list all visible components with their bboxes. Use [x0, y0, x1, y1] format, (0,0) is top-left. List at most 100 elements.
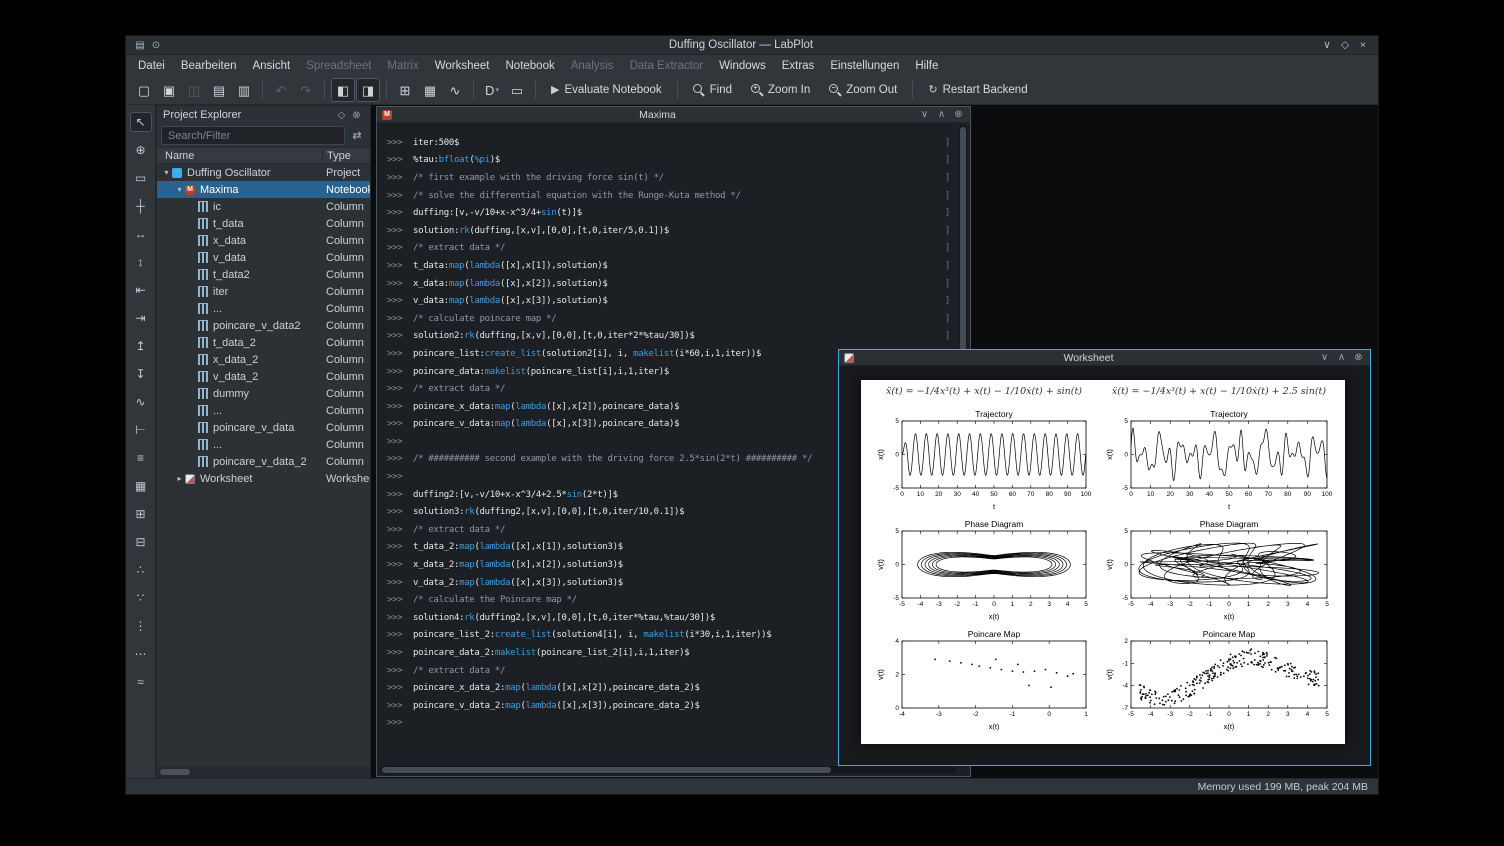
tree-row-duffing-oscillator[interactable]: ▾ Duffing Oscillator Project: [157, 164, 370, 181]
tree-row-dummy[interactable]: dummy Column: [157, 385, 370, 402]
tree-row-v-data-2[interactable]: v_data_2 Column: [157, 368, 370, 385]
phase-diagram-plot-2[interactable]: Phase Diagram -5 -4 -3 -2 -1 0 1 2 3 4 5 -5 0 5 x(t) v(t…: [1104, 516, 1334, 622]
shift-right-x-button[interactable]: ⇥: [130, 308, 152, 328]
backend-selector-button[interactable]: D ▾: [480, 78, 504, 102]
new-project-button[interactable]: ▢: [132, 78, 156, 102]
console-line[interactable]: >>> /* calculate poincare map */]: [377, 310, 970, 328]
close-window-button[interactable]: ⊗: [1352, 352, 1365, 363]
tree-row-item[interactable]: ... Column: [157, 436, 370, 453]
zoom-out-button[interactable]: − Zoom Out: [820, 78, 906, 102]
grid-button[interactable]: ▦: [130, 476, 152, 496]
console-line[interactable]: >>> duffing:[v,-v/10+x-x^3/4+sin(t)]$]: [377, 204, 970, 222]
tree-row-maxima[interactable]: ▾ M Maxima Notebook: [157, 181, 370, 198]
menu-datei[interactable]: Datei: [130, 58, 173, 74]
console-line[interactable]: >>> /* extract data */]: [377, 240, 970, 258]
console-line[interactable]: >>> t_data:map(lambda([x],x[1]),solution)…: [377, 257, 970, 275]
tree-row-t-data-2[interactable]: t_data_2 Column: [157, 334, 370, 351]
menu-bearbeiten[interactable]: Bearbeiten: [173, 58, 245, 74]
toggle-properties-explorer-button[interactable]: ◨: [356, 78, 380, 102]
shift-up-y-button[interactable]: ↥: [130, 336, 152, 356]
detach-panel-button[interactable]: ◇: [334, 110, 349, 121]
menu-windows[interactable]: Windows: [711, 58, 774, 74]
console-line[interactable]: >>> iter:500$]: [377, 134, 970, 152]
minimize-button[interactable]: ∨: [1318, 39, 1336, 51]
poincare-map-plot-2[interactable]: Poincare Map -5 -4 -3 -2 -1 0 1 2 3 4 5 2 -1 -4 -7 x(t) v…: [1104, 626, 1334, 732]
maximize-window-button[interactable]: ∧: [1335, 352, 1348, 363]
pin-icon[interactable]: ⊙: [148, 40, 164, 51]
scatter-button[interactable]: ∵: [130, 588, 152, 608]
new-notebook-button[interactable]: ▭: [505, 78, 529, 102]
close-window-button[interactable]: ⊗: [952, 109, 965, 120]
tree-row-t-data2[interactable]: t_data2 Column: [157, 266, 370, 283]
menu-worksheet[interactable]: Worksheet: [427, 58, 498, 74]
project-explorer-hscrollbar[interactable]: [157, 767, 370, 777]
find-button[interactable]: Find: [684, 78, 741, 102]
expander-open-icon[interactable]: ▾: [161, 168, 172, 177]
tree-row-iter[interactable]: iter Column: [157, 283, 370, 300]
formula-label-left[interactable]: ẍ(t) = −1/4x³(t) + x(t) − 1/10ẋ(t) + sin…: [871, 384, 1097, 398]
column-header-type[interactable]: Type: [322, 149, 370, 162]
expander-closed-icon[interactable]: ▸: [174, 474, 185, 483]
console-line[interactable]: >>> %tau:bfloat(%pi)$]: [377, 152, 970, 170]
console-line[interactable]: >>> v_data:map(lambda([x],x[3]),solution)…: [377, 292, 970, 310]
tree-row-poincare-v-data[interactable]: poincare_v_data Column: [157, 419, 370, 436]
menu-ansicht[interactable]: Ansicht: [244, 58, 298, 74]
fit-button[interactable]: ≈: [130, 672, 152, 692]
tree-row-x-data[interactable]: x_data Column: [157, 232, 370, 249]
evaluate-notebook-button[interactable]: ▶ Evaluate Notebook: [542, 78, 671, 102]
hscrollbar-thumb[interactable]: [382, 767, 832, 773]
select-region-button[interactable]: ▭: [130, 168, 152, 188]
new-matrix-button[interactable]: ▦: [418, 78, 442, 102]
restart-backend-button[interactable]: ↻ Restart Backend: [919, 78, 1036, 102]
phase-diagram-plot-1[interactable]: Phase Diagram -5 -4 -3 -2 -1 0 1 2 3 4 5 -5 0 5 x(t) v(t…: [875, 516, 1093, 622]
zoom-y-button[interactable]: ↕: [130, 252, 152, 272]
menu-einstellungen[interactable]: Einstellungen: [822, 58, 907, 74]
app-menu-icon[interactable]: ▤: [132, 40, 148, 51]
more-horizontal-button[interactable]: ⋯: [130, 644, 152, 664]
console-line[interactable]: >>> /* solve the differential equation wi…: [377, 187, 970, 205]
maximize-button[interactable]: ◇: [1336, 39, 1354, 51]
curve-button[interactable]: ∿: [130, 392, 152, 412]
search-input[interactable]: Search/Filter: [161, 126, 345, 145]
spreadsheet-view-button[interactable]: ⊞: [130, 504, 152, 524]
new-worksheet-button[interactable]: ∿: [443, 78, 467, 102]
navigate-button[interactable]: ↖: [129, 112, 152, 132]
more-vertical-button[interactable]: ⋮: [130, 616, 152, 636]
formula-label-right[interactable]: ẍ(t) = −1/4x³(t) + x(t) − 1/10ẋ(t) + 2.5…: [1101, 384, 1337, 398]
console-hscrollbar[interactable]: [380, 766, 956, 774]
axis-button[interactable]: ⊢: [130, 420, 152, 440]
poincare-map-plot-1[interactable]: Poincare Map -4 -3 -2 -1 0 1 0 2 4 x(t) v(t): [875, 626, 1093, 732]
maximize-window-button[interactable]: ∧: [935, 109, 948, 120]
trajectory-plot-2[interactable]: Trajectory0 10 20 30 40 50 60 70 80 90 100-505tx(t…: [1104, 406, 1334, 512]
menu-hilfe[interactable]: Hilfe: [907, 58, 946, 74]
menu-notebook[interactable]: Notebook: [498, 58, 563, 74]
print-preview-button[interactable]: ▥: [232, 78, 256, 102]
open-project-button[interactable]: ▣: [157, 78, 181, 102]
tree-row-v-data[interactable]: v_data Column: [157, 249, 370, 266]
tree-row-worksheet[interactable]: ▸ Worksheet Worksheet: [157, 470, 370, 487]
tree-row-poincare-v-data2[interactable]: poincare_v_data2 Column: [157, 317, 370, 334]
trajectory-plot-1[interactable]: Trajectory0 10 20 30 40 50 60 70 80 90 100-505tx(t…: [875, 406, 1093, 512]
console-line[interactable]: >>> solution:rk(duffing,[x,v],[0,0],[t,0,…: [377, 222, 970, 240]
column-header-name[interactable]: Name: [157, 150, 322, 162]
zoom-in-button[interactable]: + Zoom In: [742, 78, 819, 102]
matrix-view-button[interactable]: ⊟: [130, 532, 152, 552]
console-line[interactable]: >>> solution2:rk(duffing,[x,v],[0,0],[t,0…: [377, 328, 970, 346]
menu-extras[interactable]: Extras: [774, 58, 823, 74]
close-panel-button[interactable]: ⊗: [349, 110, 364, 121]
shift-down-y-button[interactable]: ↧: [130, 364, 152, 384]
crosshair-button[interactable]: ┼: [130, 196, 152, 216]
shade-window-button[interactable]: ∨: [918, 109, 931, 120]
tree-row-t-data[interactable]: t_data Column: [157, 215, 370, 232]
filter-options-button[interactable]: ⇄: [348, 127, 366, 145]
hscrollbar-thumb[interactable]: [160, 769, 190, 775]
close-button[interactable]: ×: [1354, 39, 1372, 51]
shade-window-button[interactable]: ∨: [1318, 352, 1331, 363]
zoom-x-button[interactable]: ↔: [130, 224, 152, 244]
console-line[interactable]: >>> x_data:map(lambda([x],x[2]),solution)…: [377, 275, 970, 293]
toggle-project-explorer-button[interactable]: ◧: [331, 78, 355, 102]
tree-row-x-data-2[interactable]: x_data_2 Column: [157, 351, 370, 368]
shift-left-x-button[interactable]: ⇤: [130, 280, 152, 300]
tree-row-poincare-v-data-2[interactable]: poincare_v_data_2 Column: [157, 453, 370, 470]
new-spreadsheet-button[interactable]: ⊞: [393, 78, 417, 102]
